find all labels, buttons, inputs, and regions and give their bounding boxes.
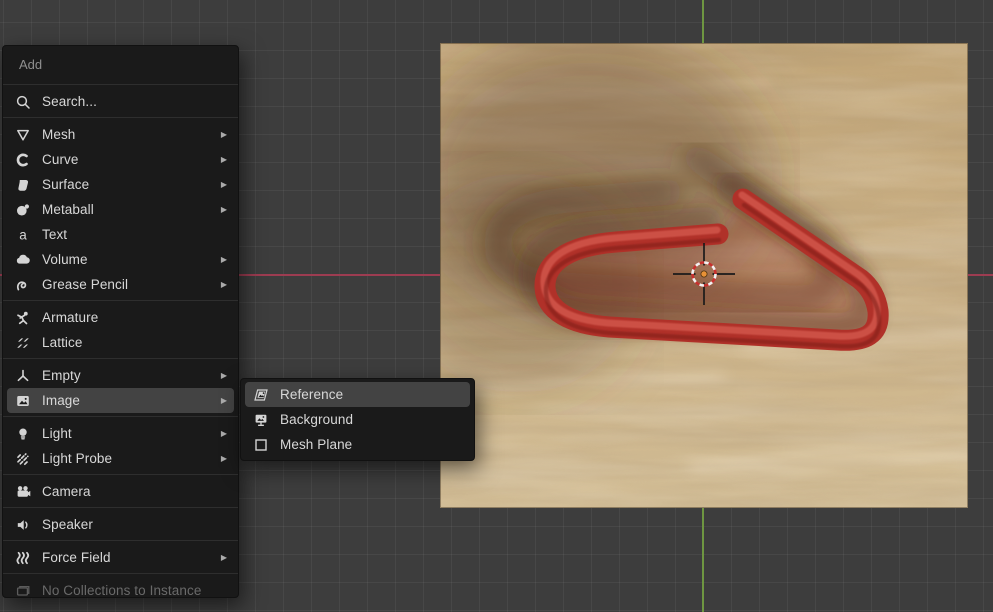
empty-axes-icon bbox=[14, 367, 32, 385]
light-bulb-icon bbox=[14, 425, 32, 443]
grease-pencil-icon bbox=[14, 276, 32, 294]
menu-item-light-probe[interactable]: Light Probe ▶ bbox=[7, 446, 234, 471]
menu-item-label: Text bbox=[42, 227, 227, 242]
image-icon bbox=[14, 392, 32, 410]
text-icon: a bbox=[14, 226, 32, 244]
submenu-item-mesh-plane[interactable]: Mesh Plane bbox=[245, 432, 470, 457]
menu-item-label: Search... bbox=[42, 94, 227, 109]
light-probe-icon bbox=[14, 450, 32, 468]
menu-item-force-field[interactable]: Force Field ▶ bbox=[7, 545, 234, 570]
menu-item-label: Image bbox=[42, 393, 211, 408]
submenu-item-label: Background bbox=[280, 412, 463, 427]
menu-item-camera[interactable]: Camera bbox=[7, 479, 234, 504]
menu-item-label: Armature bbox=[42, 310, 227, 325]
submenu-arrow-icon: ▶ bbox=[221, 131, 227, 139]
submenu-arrow-icon: ▶ bbox=[221, 554, 227, 562]
submenu-arrow-icon: ▶ bbox=[221, 372, 227, 380]
camera-icon bbox=[14, 483, 32, 501]
menu-item-label: Empty bbox=[42, 368, 211, 383]
separator bbox=[3, 573, 238, 574]
submenu-arrow-icon: ▶ bbox=[221, 181, 227, 189]
menu-item-metaball[interactable]: Metaball ▶ bbox=[7, 197, 234, 222]
menu-item-label: No Collections to Instance bbox=[42, 583, 227, 598]
menu-item-search[interactable]: Search... bbox=[7, 89, 234, 114]
separator bbox=[3, 540, 238, 541]
collection-instance-icon bbox=[14, 582, 32, 599]
force-field-icon bbox=[14, 549, 32, 567]
volume-cloud-icon bbox=[14, 251, 32, 269]
menu-item-label: Surface bbox=[42, 177, 211, 192]
menu-item-surface[interactable]: Surface ▶ bbox=[7, 172, 234, 197]
search-icon bbox=[14, 93, 32, 111]
background-image-icon bbox=[252, 411, 270, 429]
lattice-icon bbox=[14, 334, 32, 352]
menu-item-label: Grease Pencil bbox=[42, 277, 211, 292]
submenu-arrow-icon: ▶ bbox=[221, 397, 227, 405]
menu-item-empty[interactable]: Empty ▶ bbox=[7, 363, 234, 388]
separator bbox=[3, 358, 238, 359]
armature-icon bbox=[14, 309, 32, 327]
submenu-arrow-icon: ▶ bbox=[221, 281, 227, 289]
menu-item-label: Light Probe bbox=[42, 451, 211, 466]
surface-icon bbox=[14, 176, 32, 194]
image-submenu: Reference Background Mesh Plane bbox=[240, 378, 475, 461]
reference-image-icon bbox=[252, 386, 270, 404]
submenu-arrow-icon: ▶ bbox=[221, 455, 227, 463]
add-menu-title: Add bbox=[3, 51, 238, 81]
submenu-item-label: Mesh Plane bbox=[280, 437, 463, 452]
menu-item-label: Mesh bbox=[42, 127, 211, 142]
svg-text:a: a bbox=[19, 227, 27, 242]
separator bbox=[3, 84, 238, 85]
separator bbox=[3, 474, 238, 475]
mesh-icon bbox=[14, 126, 32, 144]
menu-item-speaker[interactable]: Speaker bbox=[7, 512, 234, 537]
menu-item-lattice[interactable]: Lattice bbox=[7, 330, 234, 355]
speaker-icon bbox=[14, 516, 32, 534]
menu-item-armature[interactable]: Armature bbox=[7, 305, 234, 330]
separator bbox=[3, 507, 238, 508]
menu-item-label: Lattice bbox=[42, 335, 227, 350]
menu-item-light[interactable]: Light ▶ bbox=[7, 421, 234, 446]
menu-item-volume[interactable]: Volume ▶ bbox=[7, 247, 234, 272]
menu-item-label: Speaker bbox=[42, 517, 227, 532]
mesh-plane-icon bbox=[252, 436, 270, 454]
metaball-icon bbox=[14, 201, 32, 219]
submenu-item-background[interactable]: Background bbox=[245, 407, 470, 432]
submenu-arrow-icon: ▶ bbox=[221, 430, 227, 438]
submenu-arrow-icon: ▶ bbox=[221, 206, 227, 214]
menu-item-label: Volume bbox=[42, 252, 211, 267]
submenu-item-reference[interactable]: Reference bbox=[245, 382, 470, 407]
menu-item-label: Light bbox=[42, 426, 211, 441]
menu-item-grease-pencil[interactable]: Grease Pencil ▶ bbox=[7, 272, 234, 297]
menu-item-curve[interactable]: Curve ▶ bbox=[7, 147, 234, 172]
add-menu: Add Search... Mesh ▶ Curve ▶ Surface ▶ M… bbox=[2, 45, 239, 598]
menu-item-label: Camera bbox=[42, 484, 227, 499]
submenu-arrow-icon: ▶ bbox=[221, 156, 227, 164]
menu-item-label: Force Field bbox=[42, 550, 211, 565]
menu-item-text[interactable]: a Text bbox=[7, 222, 234, 247]
blender-window: Add Search... Mesh ▶ Curve ▶ Surface ▶ M… bbox=[0, 0, 993, 612]
curve-icon bbox=[14, 151, 32, 169]
submenu-item-label: Reference bbox=[280, 387, 463, 402]
menu-item-no-collections: No Collections to Instance bbox=[7, 578, 234, 598]
separator bbox=[3, 300, 238, 301]
menu-item-label: Curve bbox=[42, 152, 211, 167]
separator bbox=[3, 416, 238, 417]
3d-cursor bbox=[664, 234, 744, 314]
separator bbox=[3, 117, 238, 118]
menu-item-label: Metaball bbox=[42, 202, 211, 217]
menu-item-image[interactable]: Image ▶ bbox=[7, 388, 234, 413]
submenu-arrow-icon: ▶ bbox=[221, 256, 227, 264]
menu-item-mesh[interactable]: Mesh ▶ bbox=[7, 122, 234, 147]
